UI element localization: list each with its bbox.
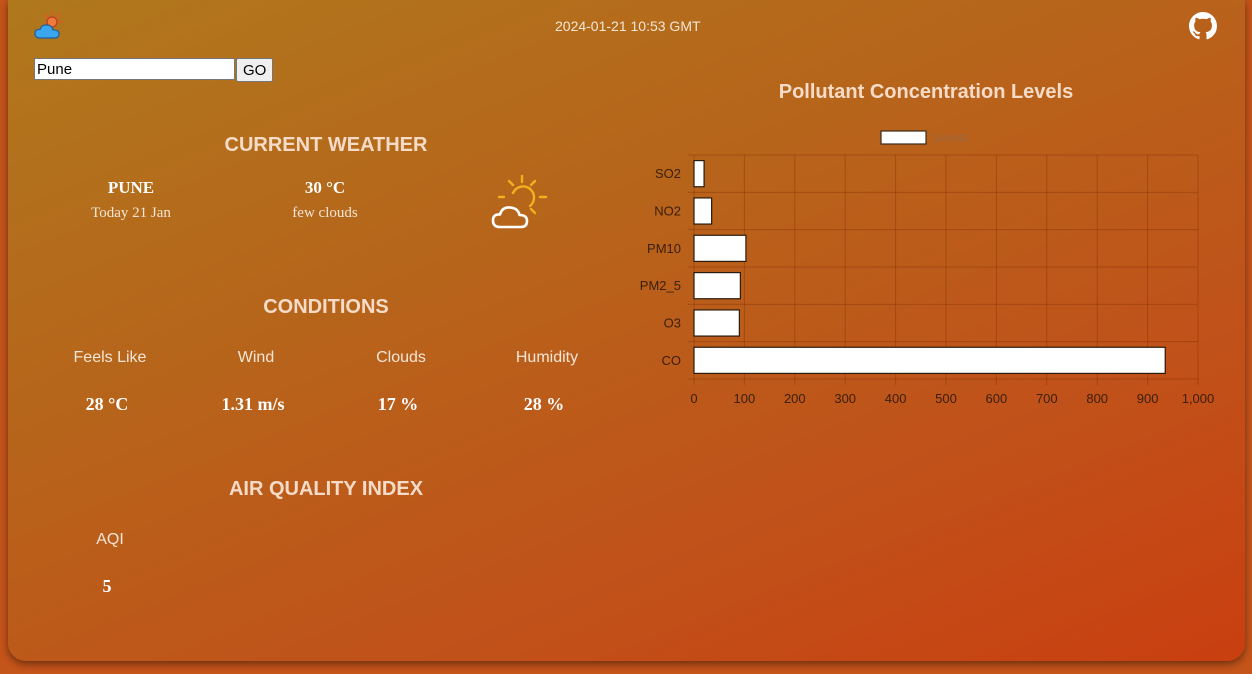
chart-y-labels: SO2 NO2 PM10 PM2_5 O3 CO <box>640 166 681 368</box>
wind-value: 1.31 m/s <box>221 394 285 414</box>
x-tick-label: 400 <box>885 391 907 406</box>
y-tick-label: NO2 <box>654 204 681 219</box>
humidity-label: Humidity <box>515 349 579 366</box>
chart-title: Pollutant Concentration Levels <box>778 81 1074 103</box>
github-icon[interactable] <box>1189 12 1217 40</box>
bar-co[interactable] <box>693 346 1166 374</box>
x-tick-label: 100 <box>734 391 756 406</box>
weather-logo-icon[interactable] <box>34 10 66 42</box>
x-tick-label: 800 <box>1086 391 1108 406</box>
feels-like-value: 28 °C <box>85 394 129 414</box>
y-tick-label: PM10 <box>647 241 681 256</box>
search-bar: GO <box>34 58 274 82</box>
current-date: Today 21 Jan <box>91 205 171 221</box>
current-temperature: 30 °C <box>304 178 346 197</box>
bar-o3[interactable] <box>693 309 740 337</box>
aqi-title: AIR QUALITY INDEX <box>228 478 424 500</box>
wind-label: Wind <box>237 349 275 366</box>
legend-label[interactable]: Levels <box>933 131 968 145</box>
x-tick-label: 1,000 <box>1182 391 1215 406</box>
x-tick-label: 0 <box>690 391 697 406</box>
humidity-value: 28 % <box>523 394 565 414</box>
feels-like-label: Feels Like <box>73 349 147 366</box>
y-tick-label: SO2 <box>655 166 681 181</box>
conditions-title: CONDITIONS <box>263 296 389 318</box>
bar-pm10[interactable] <box>693 234 747 263</box>
y-tick-label: CO <box>662 353 682 368</box>
datetime-label: 2024-01-21 10:53 GMT <box>555 18 701 34</box>
x-tick-label: 200 <box>784 391 806 406</box>
aqi-value: 5 <box>102 576 112 596</box>
x-tick-label: 300 <box>834 391 856 406</box>
city-name: PUNE <box>107 178 155 197</box>
city-search-input[interactable] <box>34 58 235 80</box>
pollutant-bar-chart: SO2 NO2 PM10 PM2_5 O3 CO 0 100 200 300 400 500 600 7… <box>640 130 1214 406</box>
x-tick-label: 900 <box>1137 391 1159 406</box>
bar-so2[interactable] <box>693 159 705 188</box>
clouds-label: Clouds <box>376 349 426 366</box>
bar-no2[interactable] <box>693 197 713 225</box>
x-tick-label: 700 <box>1036 391 1058 406</box>
partly-cloudy-icon <box>491 174 548 229</box>
legend-swatch[interactable] <box>880 130 927 145</box>
go-button[interactable]: GO <box>236 58 274 82</box>
chart-x-labels: 0 100 200 300 400 500 600 700 800 900 1,000 <box>690 391 1214 406</box>
aqi-label: AQI <box>96 531 124 548</box>
bar-pm2_5[interactable] <box>693 272 741 300</box>
y-tick-label: O3 <box>664 316 681 331</box>
y-tick-label: PM2_5 <box>640 278 681 293</box>
x-tick-label: 500 <box>935 391 957 406</box>
clouds-value: 17 % <box>377 394 419 414</box>
x-tick-label: 600 <box>986 391 1008 406</box>
weather-description: few clouds <box>292 205 358 221</box>
current-weather-title: CURRENT WEATHER <box>224 134 428 156</box>
